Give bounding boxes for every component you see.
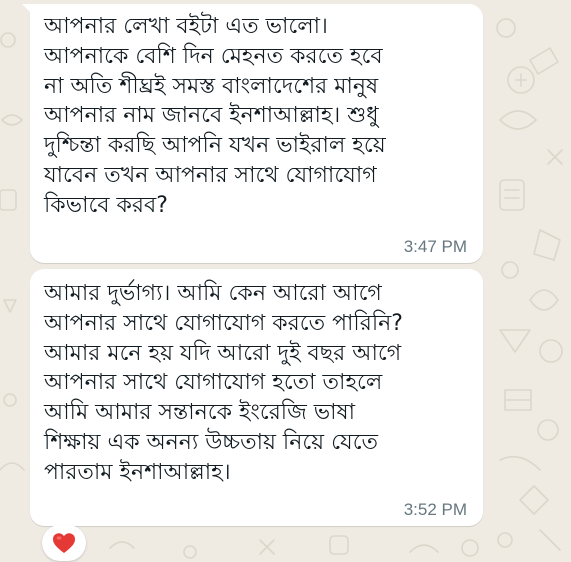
incoming-message-bubble[interactable]: আমার দুর্ভাগ্য। আমি কেন আরো আগে আপনার সা…	[30, 269, 483, 526]
message-text: আপনার লেখা বইটা এত ভালো। আপনাকে বেশি দিন…	[44, 14, 386, 218]
bubble-tail	[22, 4, 32, 14]
message-reaction[interactable]	[42, 525, 86, 561]
incoming-message-bubble[interactable]: আপনার লেখা বইটা এত ভালো। আপনাকে বেশি দিন…	[22, 4, 483, 263]
red-heart-icon	[52, 532, 76, 554]
message-text: আমার দুর্ভাগ্য। আমি কেন আরো আগে আপনার সা…	[44, 281, 403, 485]
message-timestamp: 3:52 PM	[403, 500, 467, 519]
message-timestamp: 3:47 PM	[403, 237, 467, 256]
